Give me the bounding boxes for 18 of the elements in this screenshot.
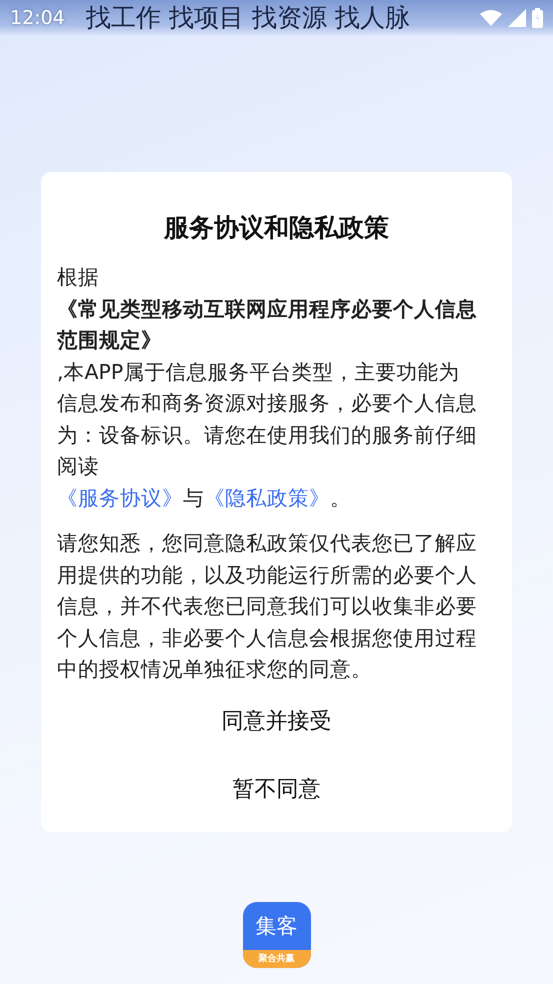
body-text: ,本APP属于信息服务平台类型，主要功能为信息发布和商务资源对接服务，必要个人信息为：设备标识。请您在使用我们的服务前仔细阅读: [57, 358, 478, 480]
privacy-policy-link[interactable]: 《隐私政策》: [204, 482, 330, 514]
body-text: 与: [183, 484, 204, 512]
agree-button[interactable]: 同意并接受: [57, 694, 496, 750]
signal-icon: [508, 9, 526, 27]
logo-slogan: 聚合共赢: [242, 950, 310, 968]
dialog-title: 服务协议和隐私政策: [162, 212, 390, 244]
wifi-icon: [480, 10, 502, 26]
logo-name: 集客: [254, 913, 298, 940]
body-text: 根据: [57, 264, 100, 291]
status-time: 12:04: [10, 6, 66, 31]
service-agreement-link[interactable]: 《服务协议》: [57, 482, 183, 514]
body-text: 。: [330, 484, 351, 512]
battery-icon: [532, 8, 543, 28]
regulation-title: 《常见类型移动互联网应用程序必要个人信息范围规定》: [57, 296, 478, 354]
decline-button[interactable]: 暂不同意: [57, 762, 496, 818]
headline: 找工作 找项目 找资源 找人脉: [86, 2, 410, 34]
notice-text: 请您知悉，您同意隐私政策仅代表您已了解应用提供的功能，以及功能运行所需的必要个人信息，并不代表您已同意我们可以收集非必要个人信息，非必要个人信息会根据您使用过程中的授权情况单独征求您的同意。: [57, 530, 478, 683]
